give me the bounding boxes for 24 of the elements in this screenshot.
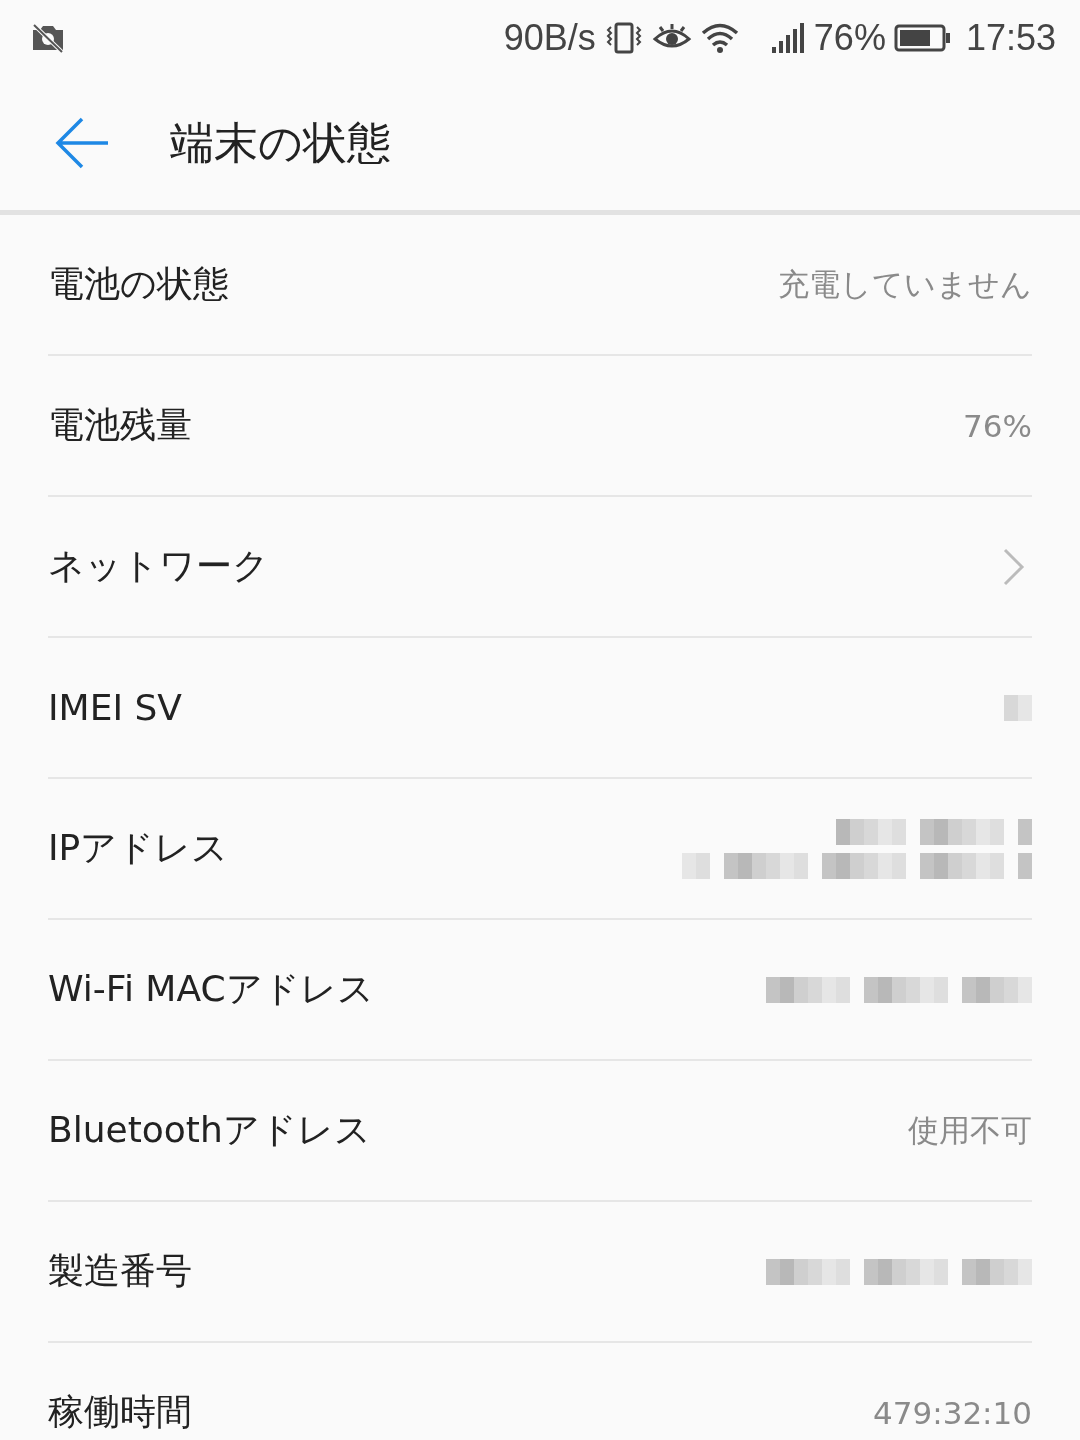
wifi-icon bbox=[699, 21, 740, 55]
battery-percent: 76% bbox=[813, 17, 886, 59]
network-speed: 90B/s bbox=[503, 17, 596, 59]
battery-icon bbox=[893, 23, 952, 53]
blurred-value bbox=[1004, 694, 1032, 721]
chevron-right-icon bbox=[1002, 546, 1026, 587]
camera-off-icon bbox=[30, 23, 66, 53]
item-label: 稼働時間 bbox=[48, 1390, 192, 1434]
item-value: 使用不可 bbox=[908, 1110, 1032, 1150]
back-arrow-icon[interactable] bbox=[54, 115, 110, 171]
item-label: Bluetoothアドレス bbox=[48, 1108, 371, 1152]
item-value: 充電していません bbox=[778, 264, 1032, 304]
page-title: 端末の状態 bbox=[170, 115, 391, 170]
settings-item[interactable]: ネットワーク bbox=[48, 497, 1032, 638]
clock: 17:53 bbox=[965, 17, 1056, 59]
item-label: 電池残量 bbox=[48, 403, 192, 447]
item-label: Wi-Fi MACアドレス bbox=[48, 967, 374, 1011]
item-value: 479:32:10 bbox=[873, 1394, 1032, 1431]
item-value: 76% bbox=[963, 407, 1032, 444]
item-label: IMEI SV bbox=[48, 687, 182, 728]
item-label: 電池の状態 bbox=[48, 262, 229, 306]
signal-icon bbox=[769, 21, 806, 55]
item-label: 製造番号 bbox=[48, 1249, 192, 1293]
item-label: IPアドレス bbox=[48, 826, 229, 870]
